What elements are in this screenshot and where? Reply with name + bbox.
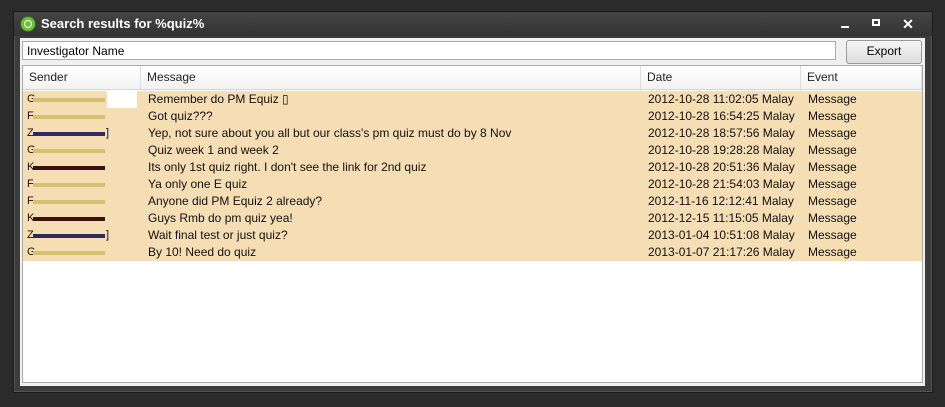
search-input[interactable] (22, 41, 836, 60)
event-cell: Message (808, 92, 857, 106)
table-row[interactable]: G By 10! Need do quiz 2013-01-07 21:17:26 … (23, 244, 922, 261)
sender-cell: G (27, 142, 137, 159)
table-header: Sender Message Date Event (23, 66, 922, 90)
message-cell: Remember do PM Equiz ▯ (148, 92, 289, 106)
redacted-sender-bar (33, 149, 105, 153)
sender-cell: G (27, 244, 137, 261)
sender-suffix: ] (106, 127, 110, 139)
redacted-sender-bar (33, 115, 105, 119)
client-area: Export Sender Message Date Event G Rememb… (20, 38, 925, 386)
close-icon: ✕ (902, 16, 914, 32)
sender-cell: Z] (27, 125, 137, 142)
message-cell: By 10! Need do quiz (148, 245, 257, 259)
date-cell: 2012-10-28 16:54:25 Malay ... (648, 109, 796, 123)
sender-cell: G (27, 91, 137, 108)
results-table: Sender Message Date Event G Remember do P… (22, 65, 923, 383)
event-cell: Message (808, 109, 857, 123)
sender-cell: F (27, 176, 137, 193)
date-cell: 2012-10-28 11:02:05 Malay ... (648, 92, 796, 106)
event-cell: Message (808, 245, 857, 259)
sender-cell: F (27, 108, 137, 125)
date-cell: 2012-10-28 18:57:56 Malay ... (648, 126, 796, 140)
table-row[interactable]: K Its only 1st quiz right. I don't see th… (23, 159, 922, 176)
maximize-button[interactable] (866, 16, 886, 32)
event-cell: Message (808, 228, 857, 242)
search-results-window: Search results for %quiz% ✕ Export Sende… (13, 11, 933, 393)
sender-cell: K (27, 159, 137, 176)
export-button[interactable]: Export (846, 40, 922, 64)
redacted-sender-bar (33, 98, 105, 102)
message-cell: Ya only one E quiz (148, 177, 248, 191)
event-cell: Message (808, 160, 857, 174)
event-cell: Message (808, 143, 857, 157)
table-row[interactable]: F Ya only one E quiz 2012-10-28 21:54:03 M… (23, 176, 922, 193)
sender-cell: Z] (27, 227, 137, 244)
table-row[interactable]: F Anyone did PM Equiz 2 already? 2012-11-1… (23, 193, 922, 210)
table-row[interactable]: Z] Yep, not sure about you all but our cl… (23, 125, 922, 142)
column-header-message[interactable]: Message (141, 66, 641, 89)
event-cell: Message (808, 211, 857, 225)
message-cell: Quiz week 1 and week 2 (148, 143, 279, 157)
table-body: G Remember do PM Equiz ▯ 2012-10-28 11:02:… (23, 91, 922, 261)
sender-cell: F (27, 193, 137, 210)
sender-cell: K (27, 210, 137, 227)
column-header-date[interactable]: Date (641, 66, 801, 89)
message-cell: Wait final test or just quiz? (148, 228, 288, 242)
search-magnifier-icon (20, 16, 36, 32)
event-cell: Message (808, 177, 857, 191)
redacted-sender-bar (33, 251, 105, 255)
minimize-button[interactable] (835, 16, 855, 32)
sender-suffix: ] (106, 229, 110, 241)
message-cell: Yep, not sure about you all but our clas… (148, 126, 512, 140)
redacted-sender-bar (33, 200, 105, 204)
message-cell: Anyone did PM Equiz 2 already? (148, 194, 323, 208)
redacted-sender-bar (33, 132, 105, 136)
title-bar[interactable]: Search results for %quiz% ✕ (14, 12, 932, 36)
date-cell: 2013-01-07 21:17:26 Malay ... (648, 245, 796, 259)
redacted-sender-bar (33, 234, 105, 238)
date-cell: 2012-10-28 20:51:36 Malay ... (648, 160, 796, 174)
column-header-event[interactable]: Event (801, 66, 922, 89)
table-row[interactable]: G Remember do PM Equiz ▯ 2012-10-28 11:02:… (23, 91, 922, 108)
date-cell: 2012-10-28 19:28:28 Malay ... (648, 143, 796, 157)
redacted-sender-bar (33, 183, 105, 187)
table-row[interactable]: G Quiz week 1 and week 2 2012-10-28 19:28:… (23, 142, 922, 159)
message-cell: Its only 1st quiz right. I don't see the… (148, 160, 427, 174)
window-title: Search results for %quiz% (41, 16, 205, 31)
date-cell: 2012-11-16 12:12:41 Malay ... (648, 194, 796, 208)
table-row[interactable]: Z] Wait final test or just quiz? 2013-01-0… (23, 227, 922, 244)
close-button[interactable]: ✕ (898, 16, 918, 32)
date-cell: 2013-01-04 10:51:08 Malay ... (648, 228, 796, 242)
event-cell: Message (808, 126, 857, 140)
column-header-sender[interactable]: Sender (23, 66, 141, 89)
table-row[interactable]: K Guys Rmb do pm quiz yea! 2012-12-15 11:1… (23, 210, 922, 227)
sender-mask (107, 91, 137, 108)
message-cell: Got quiz??? (148, 109, 213, 123)
message-cell: Guys Rmb do pm quiz yea! (148, 211, 293, 225)
table-row[interactable]: F Got quiz??? 2012-10-28 16:54:25 Malay ..… (23, 108, 922, 125)
date-cell: 2012-10-28 21:54:03 Malay ... (648, 177, 796, 191)
date-cell: 2012-12-15 11:15:05 Malay ... (648, 211, 796, 225)
event-cell: Message (808, 194, 857, 208)
redacted-sender-bar (33, 166, 105, 170)
redacted-sender-bar (33, 217, 105, 221)
